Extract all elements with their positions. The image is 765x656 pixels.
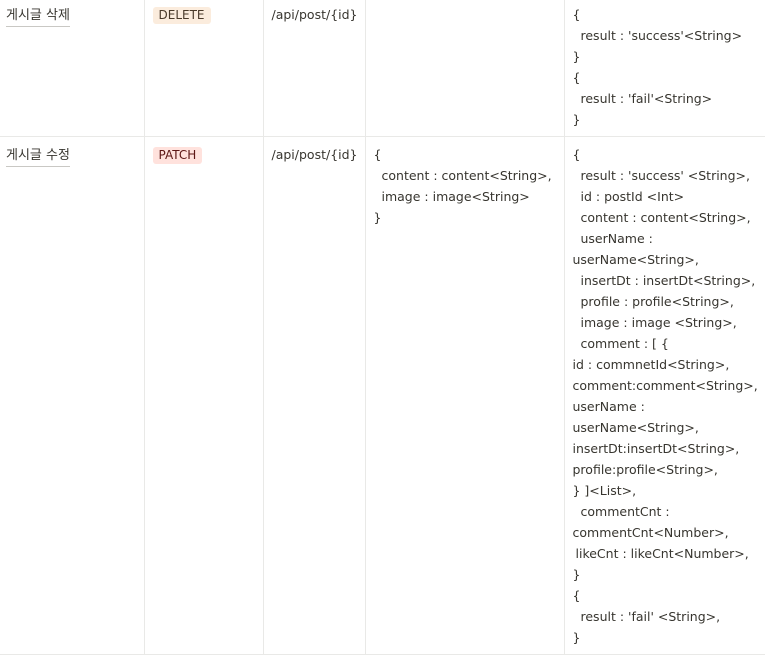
response-line: commentCnt : (580, 504, 670, 519)
cell-request-body: { content : content<String>, image : image… (364, 136, 565, 655)
response-line: userName<String>, (572, 420, 699, 435)
response-line: { (572, 70, 581, 85)
api-name-link[interactable]: 게시글 수정 (6, 147, 70, 167)
response-line: likeCnt : likeCnt<Number>, (575, 546, 749, 561)
cell-api-name: 게시글 삭제 (0, 0, 145, 137)
response-line: } (572, 112, 581, 127)
cell-http-method: DELETE (143, 0, 264, 137)
response-line: comment : [ { (580, 336, 669, 351)
response-line: id : commnetId<String>, (572, 357, 730, 372)
request-line: { (373, 147, 382, 162)
response-line: userName<String>, (572, 252, 699, 267)
response-line: result : 'success'<String> (580, 28, 743, 43)
cell-response-body: { result : 'success' <String>, id : postId… (563, 136, 765, 655)
response-line: } ]<List>, (572, 483, 637, 498)
api-spec-table: 게시글 삭제 DELETE/api/post/{id} { result : 'suc… (0, 0, 765, 655)
response-line: userName : (580, 231, 653, 246)
cell-api-name: 게시글 수정 (0, 136, 145, 655)
cell-http-method: PATCH (143, 136, 264, 655)
response-line: { (572, 7, 581, 22)
response-line: result : 'fail' <String>, (580, 609, 721, 624)
request-line: } (373, 210, 382, 225)
response-line: { (572, 588, 581, 603)
response-line: userName : (572, 399, 645, 414)
api-name-link[interactable]: 게시글 삭제 (6, 7, 70, 27)
cell-uri: /api/post/{id} (262, 0, 366, 137)
http-method-badge: PATCH (152, 147, 203, 164)
cell-response-body: { result : 'success'<String>} { result : 'f… (563, 0, 765, 137)
api-table-body: 게시글 삭제 DELETE/api/post/{id} { result : 'suc… (0, 0, 765, 655)
request-line: content : content<String>, (381, 168, 552, 183)
table-row: 게시글 삭제 DELETE/api/post/{id} { result : 'suc… (0, 0, 765, 137)
response-line: } (572, 630, 581, 645)
response-line: profile:profile<String>, (572, 462, 718, 477)
response-line: image : image <String>, (580, 315, 737, 330)
response-line: profile : profile<String>, (580, 294, 734, 309)
table-row: 게시글 수정 PATCH/api/post/{id} { content : cont… (0, 136, 765, 655)
response-line: { (572, 147, 581, 162)
response-line: result : 'fail'<String> (580, 91, 713, 106)
response-line: } (572, 49, 581, 64)
response-line: insertDt : insertDt<String>, (580, 273, 756, 288)
request-line: image : image<String> (381, 189, 530, 204)
cell-request-body (364, 0, 565, 137)
endpoint-uri: /api/post/{id} (271, 147, 358, 162)
response-line: id : postId <Int> (580, 189, 685, 204)
response-line: result : 'success' <String>, (580, 168, 751, 183)
response-line: commentCnt<Number>, (572, 525, 729, 540)
response-line: insertDt:insertDt<String>, (572, 441, 740, 456)
response-line: content : content<String>, (580, 210, 751, 225)
response-line: } (572, 567, 581, 582)
endpoint-uri: /api/post/{id} (271, 7, 358, 22)
http-method-badge: DELETE (152, 7, 211, 24)
response-line: comment:comment<String>, (572, 378, 758, 393)
cell-uri: /api/post/{id} (262, 136, 366, 655)
